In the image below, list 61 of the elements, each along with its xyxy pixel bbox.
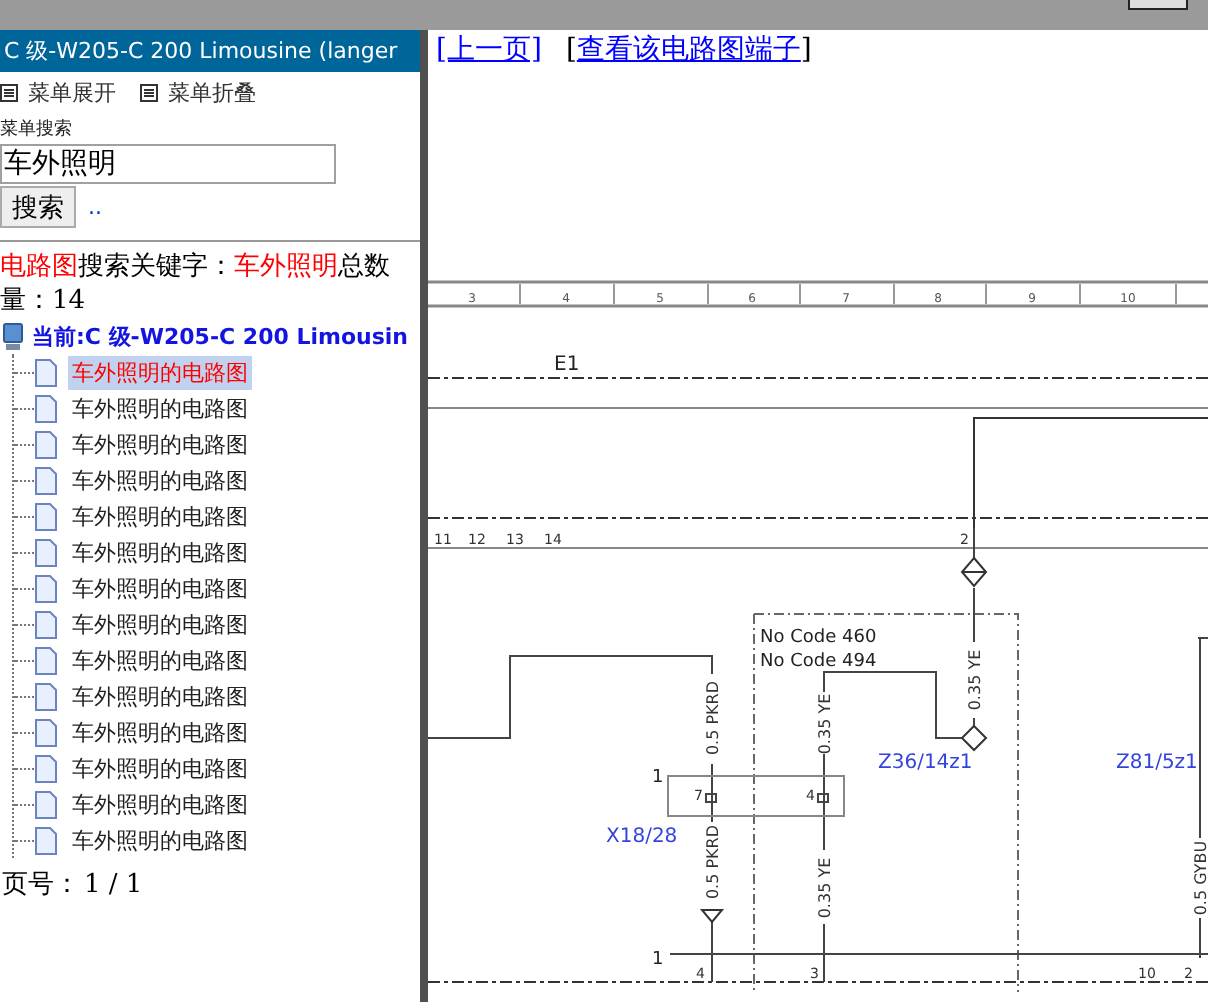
- tree-item[interactable]: 车外照明的电路图: [68, 679, 252, 713]
- tree-root[interactable]: 当前:C 级-W205-C 200 Limousin: [32, 322, 408, 352]
- search-field[interactable]: 车外照明: [0, 144, 336, 184]
- diamond-connector-icon: [960, 724, 988, 752]
- document-icon: [34, 357, 58, 387]
- document-icon: [34, 717, 58, 747]
- nav-link[interactable]: [上一页]: [436, 34, 542, 66]
- search-label: 菜单搜索: [0, 117, 74, 142]
- tree-item[interactable]: 车外照明的电路图: [68, 643, 252, 677]
- menu-action-link[interactable]: 菜单折叠: [140, 78, 256, 108]
- wire-label: 0.5 PKRD: [704, 824, 722, 900]
- document-icon: [34, 681, 58, 711]
- tree-item[interactable]: 车外照明的电路图: [68, 427, 252, 461]
- wire-label: 0.5 PKRD: [704, 680, 722, 756]
- wire-label: 0.35 YE: [816, 693, 834, 755]
- page-number: 1 / 1: [84, 869, 143, 899]
- document-icon: [34, 753, 58, 783]
- tree-item[interactable]: 车外照明的电路图: [68, 823, 252, 857]
- document-icon: [34, 609, 58, 639]
- document-icon: [34, 393, 58, 423]
- tree-item[interactable]: 车外照明的电路图: [68, 463, 252, 497]
- tree-item[interactable]: 车外照明的电路图: [68, 607, 252, 641]
- tree-item[interactable]: 车外照明的电路图: [68, 571, 252, 605]
- tree-item[interactable]: 车外照明的电路图: [68, 499, 252, 533]
- ground-arrow-icon: [699, 909, 725, 924]
- bracket-text: ]: [800, 34, 812, 66]
- component-reference: Z81/5z1: [1116, 752, 1198, 774]
- tree-item[interactable]: 车外照明的电路图: [68, 715, 252, 749]
- window-button[interactable]: [1128, 0, 1188, 10]
- pager-label: 页号：: [2, 868, 80, 902]
- document-icon: [34, 501, 58, 531]
- document-icon: [34, 429, 58, 459]
- computer-icon: [0, 322, 26, 352]
- tree-item[interactable]: 车外照明的电路图: [68, 787, 252, 821]
- search-summary: 电路图搜索关键字：车外照明总数量：14: [0, 250, 392, 318]
- tree-item[interactable]: 车外照明的电路图: [68, 535, 252, 569]
- wire-label: 0.35 YE: [966, 649, 984, 711]
- more-link[interactable]: ..: [88, 194, 102, 220]
- diagram-note: No Code 460: [760, 628, 877, 648]
- document-icon: [34, 465, 58, 495]
- nav-link[interactable]: 查看该电路图端子: [576, 34, 801, 66]
- document-icon: [34, 789, 58, 819]
- search-button[interactable]: 搜索: [0, 186, 76, 228]
- diamond-connector-icon: [961, 557, 988, 588]
- bracket-text: [: [565, 34, 577, 66]
- document-icon: [34, 825, 58, 855]
- menu-action-link[interactable]: 菜单展开: [0, 78, 116, 108]
- component-reference: Z36/14z1: [878, 752, 973, 774]
- diagram-note: 1: [652, 950, 664, 970]
- document-icon: [34, 537, 58, 567]
- tree-item[interactable]: 车外照明的电路图: [68, 391, 252, 425]
- document-icon: [34, 645, 58, 675]
- document-icon: [34, 573, 58, 603]
- sidebar-title: C 级-W205-C 200 Limousine (langer: [0, 30, 420, 72]
- tree-item[interactable]: 车外照明的电路图: [68, 751, 252, 785]
- wire-label: 0.5 GYBU: [1192, 840, 1208, 916]
- wire-label: 0.35 YE: [816, 857, 834, 919]
- bus-label: E1: [554, 354, 580, 376]
- diagram-note: 1: [652, 768, 664, 788]
- diagram-note: No Code 494: [760, 652, 877, 672]
- component-reference: X18/28: [606, 826, 678, 848]
